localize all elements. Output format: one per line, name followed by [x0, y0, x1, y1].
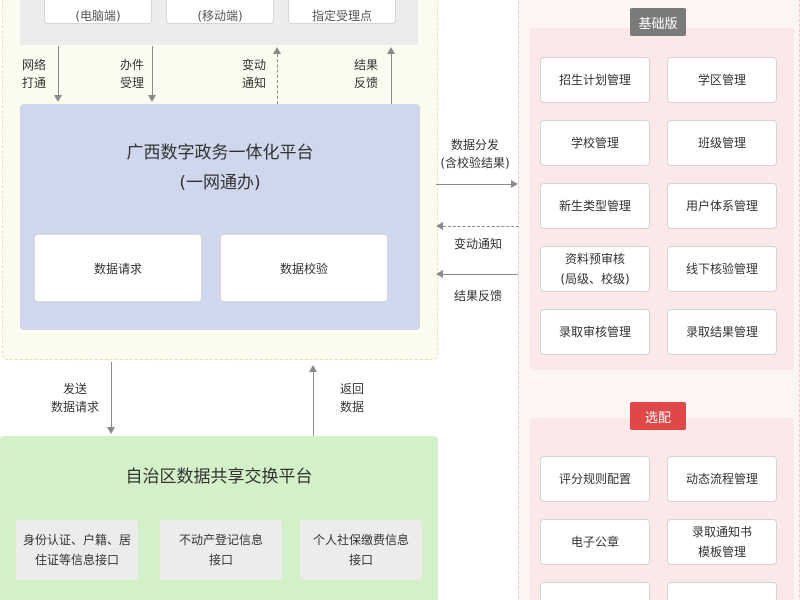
arrow-label-change: 变动 通知 — [241, 58, 266, 90]
basic-module-label: 班级管理 — [697, 136, 746, 150]
api-social-security-label: 个人社保缴费信息 接口 — [312, 533, 409, 567]
basic-module-label: 用户体系管理 — [685, 199, 758, 213]
arrow-down-icon — [107, 427, 115, 434]
arrow-label-change-notify: 变动通知 — [453, 237, 502, 251]
channel-mobile: (移动端) — [166, 0, 274, 24]
arrow-result-line — [391, 54, 392, 104]
data-validate-label: 数据校验 — [279, 261, 328, 276]
channel-pc-label: (电脑端) — [75, 8, 121, 23]
optional-module-4 — [540, 582, 650, 600]
optional-module-3: 录取通知书 模板管理 — [667, 519, 777, 565]
arrow-feedback-line — [443, 274, 519, 275]
basic-module-label: 新生类型管理 — [558, 199, 631, 213]
optional-module-2: 电子公章 — [540, 519, 650, 565]
arrow-right-icon — [511, 180, 518, 188]
optional-badge: 选配 — [630, 402, 686, 430]
basic-module-2: 学校管理 — [540, 120, 650, 166]
basic-module-7: 线下核验管理 — [667, 246, 777, 292]
arrow-up-icon — [273, 47, 281, 54]
basic-module-label: 录取结果管理 — [685, 325, 758, 339]
channel-service-point-label: 指定受理点 — [311, 8, 372, 23]
arrow-change-line — [277, 54, 278, 104]
basic-module-3: 班级管理 — [667, 120, 777, 166]
basic-module-0: 招生计划管理 — [540, 57, 650, 103]
arrow-down-icon — [54, 95, 62, 102]
optional-module-label: 录取通知书 模板管理 — [691, 525, 752, 559]
channel-service-point: 指定受理点 — [288, 0, 396, 24]
channel-mobile-label: (移动端) — [197, 8, 243, 23]
arrow-accept-line — [152, 46, 153, 96]
arrow-label-result: 结果 反馈 — [353, 58, 378, 90]
basic-module-5: 用户体系管理 — [667, 183, 777, 229]
basic-module-label: 学区管理 — [697, 73, 746, 87]
arrow-up-icon — [387, 47, 395, 54]
arrow-down-icon — [148, 95, 156, 102]
arrow-label-accept: 办件 受理 — [119, 58, 144, 90]
basic-module-6: 资料预审核 (局级、校级) — [540, 246, 650, 292]
basic-badge: 基础版 — [630, 8, 686, 36]
optional-module-label: 评分规则配置 — [558, 472, 631, 486]
optional-module-0: 评分规则配置 — [540, 456, 650, 502]
arrow-send-line — [111, 362, 112, 428]
arrow-change-notify-line — [443, 226, 519, 227]
arrow-label-feedback: 结果反馈 — [453, 289, 502, 303]
api-property: 不动产登记信息 接口 — [160, 520, 282, 580]
arrow-network-line — [58, 46, 59, 96]
basic-module-label: 录取审核管理 — [558, 325, 631, 339]
api-identity-label: 身份认证、户籍、居 住证等信息接口 — [22, 533, 131, 567]
arrow-label-distribute: 数据分发 (含校验结果) — [440, 138, 510, 170]
basic-module-1: 学区管理 — [667, 57, 777, 103]
arrow-label-send: 发送 数据请求 — [50, 382, 99, 414]
basic-module-label: 线下核验管理 — [685, 262, 758, 276]
optional-module-5 — [667, 582, 777, 600]
optional-modules-panel — [530, 418, 794, 600]
arrow-left-icon — [436, 222, 443, 230]
gov-platform-title: 广西数字政务一体化平台 (一网通办) — [126, 143, 314, 193]
api-identity: 身份认证、户籍、居 住证等信息接口 — [16, 520, 138, 580]
optional-module-label: 电子公章 — [570, 535, 619, 549]
data-validate-box: 数据校验 — [220, 234, 388, 302]
arrow-distribute-line — [436, 184, 512, 185]
optional-badge-label: 选配 — [644, 410, 671, 426]
optional-module-label: 动态流程管理 — [685, 472, 758, 486]
exchange-platform-title: 自治区数据共享交换平台 — [125, 467, 313, 487]
data-request-box: 数据请求 — [34, 234, 202, 302]
api-property-label: 不动产登记信息 接口 — [178, 533, 263, 567]
basic-module-label: 资料预审核 (局级、校级) — [560, 252, 630, 286]
arrow-label-return: 返回 数据 — [339, 382, 364, 414]
optional-module-1: 动态流程管理 — [667, 456, 777, 502]
basic-module-label: 学校管理 — [570, 136, 619, 150]
basic-module-4: 新生类型管理 — [540, 183, 650, 229]
arrow-label-network: 网络 打通 — [21, 58, 46, 90]
basic-badge-label: 基础版 — [638, 16, 678, 32]
arrow-up-icon — [309, 365, 317, 372]
channel-pc: (电脑端) — [44, 0, 152, 24]
data-request-label: 数据请求 — [93, 261, 142, 276]
arrow-left-icon — [436, 270, 443, 278]
basic-module-label: 招生计划管理 — [558, 73, 631, 87]
arrow-return-line — [313, 372, 314, 436]
api-social-security: 个人社保缴费信息 接口 — [300, 520, 422, 580]
basic-module-9: 录取结果管理 — [667, 309, 777, 355]
basic-module-8: 录取审核管理 — [540, 309, 650, 355]
